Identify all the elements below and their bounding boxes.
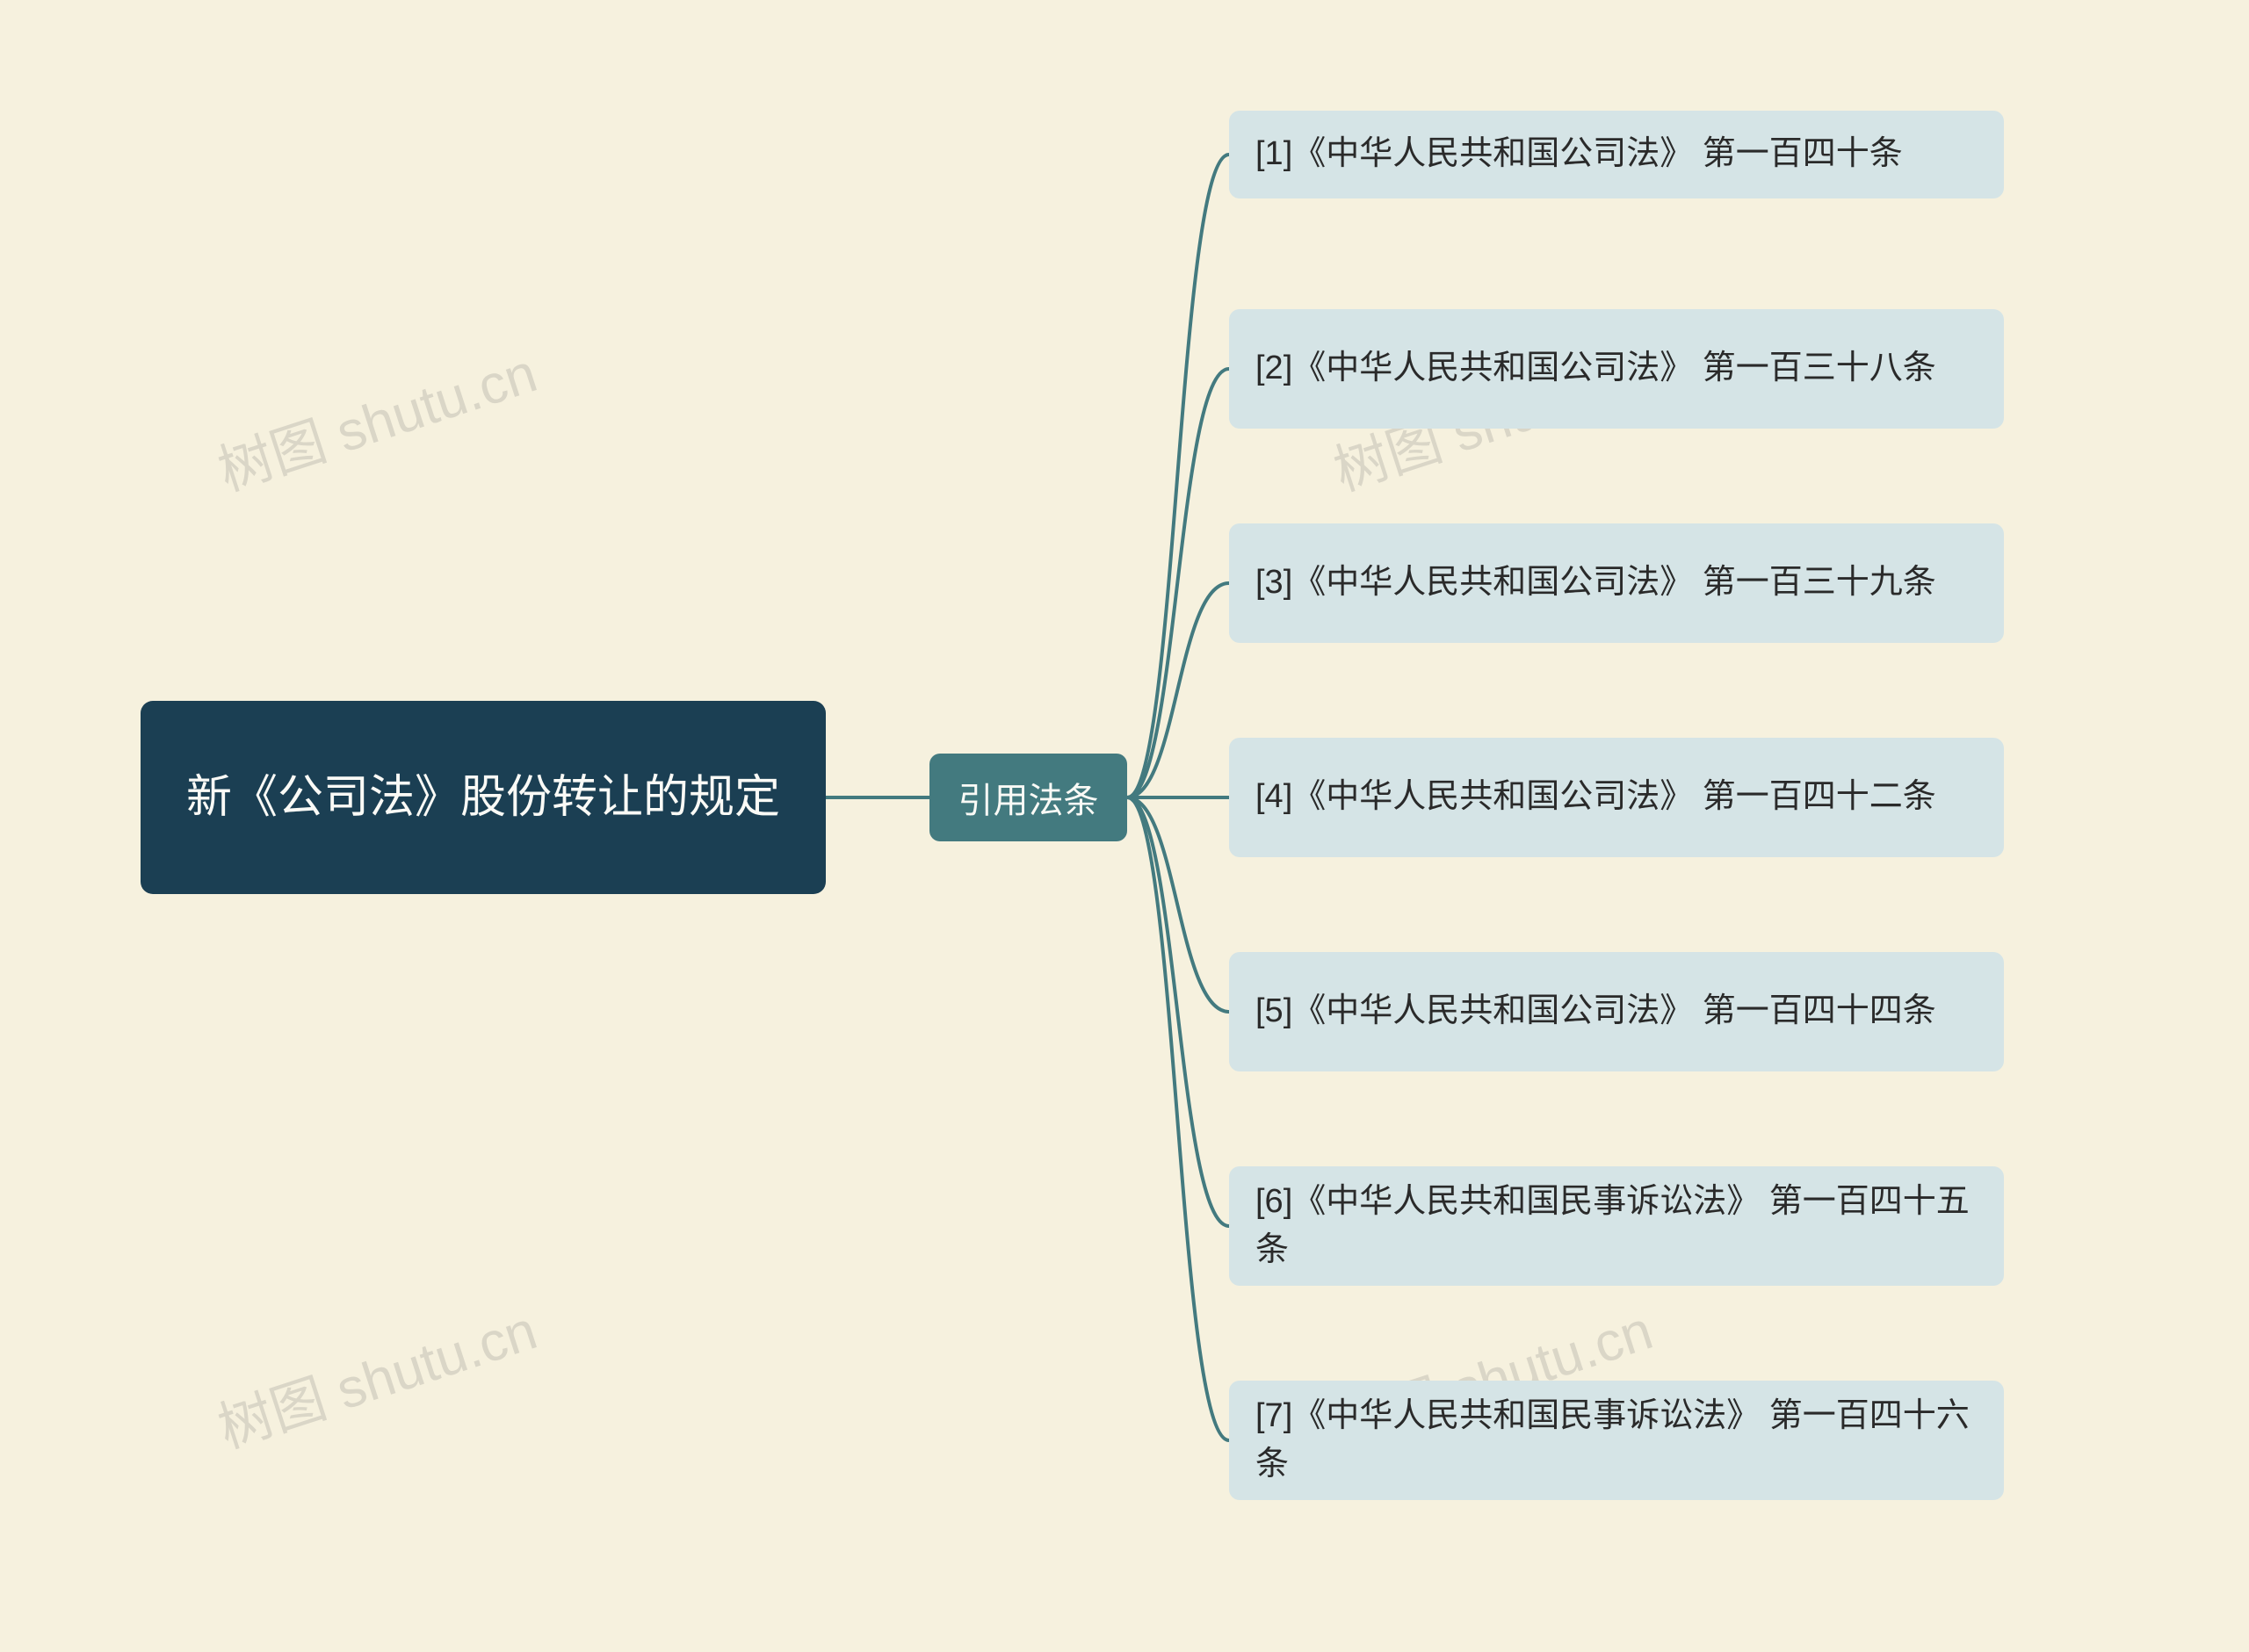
leaf-text: [2]《中华人民共和国公司法》 第一百三十八条	[1255, 344, 1936, 393]
branch-label: 引用法条	[958, 772, 1099, 823]
leaf-node[interactable]: [7]《中华人民共和国民事诉讼法》 第一百四十六条	[1229, 1381, 2004, 1500]
leaf-text: [3]《中华人民共和国公司法》 第一百三十九条	[1255, 559, 1936, 607]
leaf-node[interactable]: [3]《中华人民共和国公司法》 第一百三十九条	[1229, 523, 2004, 643]
leaf-text: [7]《中华人民共和国民事诉讼法》 第一百四十六条	[1255, 1392, 1978, 1489]
leaf-text: [4]《中华人民共和国公司法》 第一百四十二条	[1255, 773, 1936, 821]
root-title: 新《公司法》股份转让的规定	[186, 763, 780, 832]
root-node[interactable]: 新《公司法》股份转让的规定	[141, 701, 826, 894]
branch-node[interactable]: 引用法条	[929, 754, 1127, 841]
leaf-node[interactable]: [1]《中华人民共和国公司法》 第一百四十条	[1229, 111, 2004, 198]
watermark: 树图 shutu.cn	[206, 328, 545, 506]
leaf-node[interactable]: [6]《中华人民共和国民事诉讼法》 第一百四十五条	[1229, 1166, 2004, 1286]
leaf-node[interactable]: [5]《中华人民共和国公司法》 第一百四十四条	[1229, 952, 2004, 1071]
leaf-text: [6]《中华人民共和国民事诉讼法》 第一百四十五条	[1255, 1178, 1978, 1274]
leaf-text: [1]《中华人民共和国公司法》 第一百四十条	[1255, 130, 1903, 178]
leaf-node[interactable]: [4]《中华人民共和国公司法》 第一百四十二条	[1229, 738, 2004, 857]
watermark: 树图 shutu.cn	[206, 1286, 545, 1463]
leaf-text: [5]《中华人民共和国公司法》 第一百四十四条	[1255, 987, 1936, 1035]
leaf-node[interactable]: [2]《中华人民共和国公司法》 第一百三十八条	[1229, 309, 2004, 429]
